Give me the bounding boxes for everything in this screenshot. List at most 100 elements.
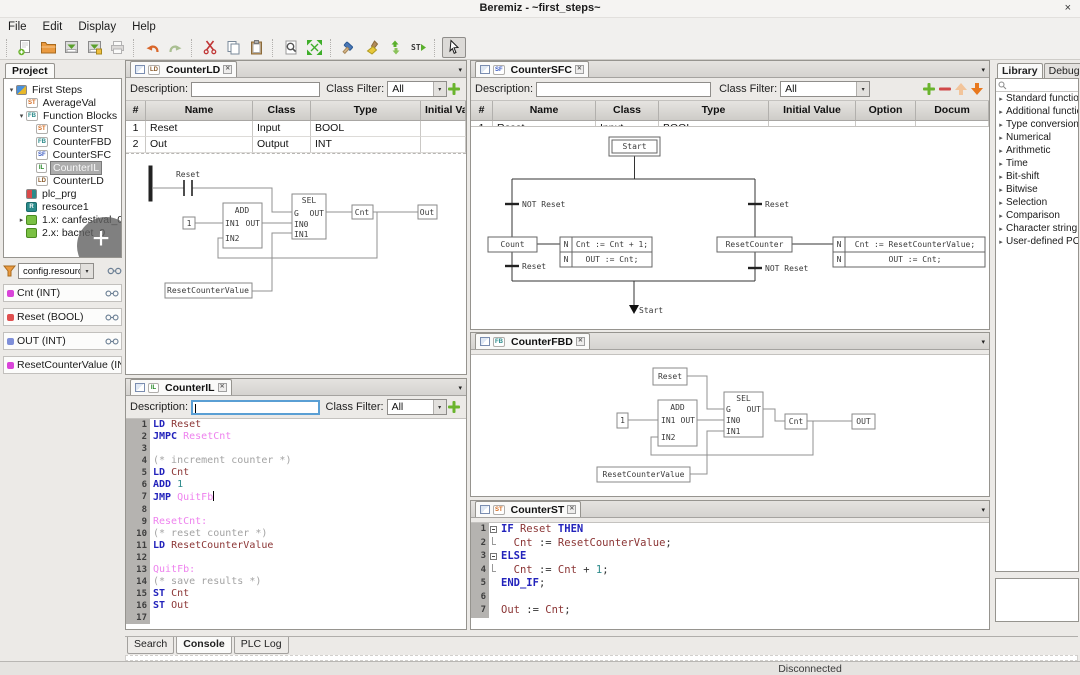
expand-arrow-icon[interactable]: ▸ bbox=[17, 216, 26, 224]
expand-arrow-icon[interactable]: ▸ bbox=[996, 199, 1006, 207]
move-down-button[interactable] bbox=[969, 81, 985, 97]
ld-variable-out[interactable]: Out bbox=[417, 204, 438, 220]
code-line[interactable]: 5 END_IF; bbox=[471, 577, 989, 591]
fold-marker-icon[interactable] bbox=[489, 550, 498, 564]
add-variable-button[interactable] bbox=[447, 81, 462, 97]
table-cell[interactable]: 1 bbox=[126, 121, 146, 137]
tab-counterld[interactable]: LD CounterLD ✕ bbox=[130, 61, 238, 77]
close-icon[interactable]: ✕ bbox=[574, 65, 584, 74]
save-as-button[interactable] bbox=[83, 37, 106, 58]
description-input[interactable] bbox=[191, 399, 320, 415]
watch-glasses-icon[interactable] bbox=[107, 267, 122, 275]
table-cell[interactable] bbox=[421, 137, 466, 153]
class-filter-select[interactable]: All ▾ bbox=[386, 399, 447, 415]
move-up-button[interactable] bbox=[953, 81, 969, 97]
code-line[interactable]: 17 bbox=[126, 612, 466, 624]
code-line[interactable]: 7 JMP QuitFb bbox=[126, 491, 466, 504]
library-item-time[interactable]: ▸ Time bbox=[996, 157, 1078, 170]
table-cell[interactable]: INT bbox=[311, 137, 421, 153]
ld-power-rail[interactable] bbox=[148, 165, 153, 202]
build-button[interactable] bbox=[338, 37, 361, 58]
remove-variable-button[interactable] bbox=[937, 81, 953, 97]
library-item-user-defined-pou[interactable]: ▸User-defined POU bbox=[996, 235, 1078, 248]
sfc-action-block-count[interactable]: N Cnt := Cnt + 1; N OUT := Cnt; bbox=[559, 236, 653, 268]
sfc-jump-start[interactable]: Start bbox=[629, 305, 663, 315]
description-input[interactable] bbox=[536, 81, 712, 97]
ld-constant-1[interactable]: 1 bbox=[182, 216, 196, 230]
panel-menu-icon[interactable]: ▾ bbox=[981, 506, 985, 514]
new-button[interactable] bbox=[14, 37, 37, 58]
table-row[interactable]: 2 Out Output INT bbox=[126, 137, 466, 153]
expand-arrow-icon[interactable]: ▸ bbox=[996, 147, 1006, 155]
tree-item-first-steps[interactable]: ▾ First Steps bbox=[4, 83, 121, 96]
tree-item-averageval[interactable]: ST AverageVal bbox=[4, 96, 121, 109]
sfc-transition-not-reset-left[interactable]: NOT Reset bbox=[505, 200, 566, 209]
code-line[interactable]: 12 bbox=[126, 552, 466, 564]
class-filter-select[interactable]: All ▾ bbox=[387, 81, 447, 97]
panel-menu-icon[interactable]: ▾ bbox=[458, 384, 462, 392]
code-line[interactable]: 14 (* save results *) bbox=[126, 576, 466, 588]
table-cell[interactable]: 2 bbox=[126, 137, 146, 153]
table-cell[interactable]: Output bbox=[253, 137, 311, 153]
tab-counteril[interactable]: IL CounterIL ✕ bbox=[130, 379, 232, 395]
sfc-step-start[interactable]: Start bbox=[608, 136, 661, 157]
window-close-icon[interactable]: × bbox=[1065, 0, 1071, 17]
description-input[interactable] bbox=[191, 81, 321, 97]
fbd-variable-reset[interactable]: Reset bbox=[652, 367, 688, 386]
watch-glasses-icon[interactable] bbox=[105, 314, 119, 321]
code-line[interactable]: 6 bbox=[471, 590, 989, 604]
chevron-down-icon[interactable]: ▾ bbox=[432, 400, 446, 414]
tree-item-plc-prg[interactable]: plc_prg bbox=[4, 187, 121, 200]
code-line[interactable]: 6 ADD 1 bbox=[126, 479, 466, 491]
close-icon[interactable]: ✕ bbox=[575, 337, 585, 346]
tab-counterst[interactable]: ST CounterST ✕ bbox=[475, 501, 582, 517]
expand-arrow-icon[interactable]: ▸ bbox=[996, 212, 1006, 220]
table-row[interactable]: 1ResetInputBOOL bbox=[126, 121, 466, 137]
tree-item-counterfbd[interactable]: FB CounterFBD bbox=[4, 135, 121, 148]
print-button[interactable] bbox=[106, 37, 129, 58]
debug-variable-resetcountervalue[interactable]: ResetCounterValue (INT) bbox=[3, 356, 122, 374]
search-button[interactable] bbox=[280, 37, 303, 58]
library-item-type-conversion[interactable]: ▸ Type conversion bbox=[996, 118, 1078, 131]
code-line[interactable]: 11 LD ResetCounterValue bbox=[126, 540, 466, 552]
code-line[interactable]: 2 JMPC ResetCnt bbox=[126, 431, 466, 443]
project-panel-tab[interactable]: Project bbox=[5, 63, 55, 79]
cut-button[interactable] bbox=[199, 37, 222, 58]
expand-arrow-icon[interactable]: ▸ bbox=[996, 134, 1006, 142]
transfer-button[interactable] bbox=[384, 37, 407, 58]
resource-selector[interactable]: config.resource ▾ bbox=[18, 263, 94, 279]
code-line[interactable]: 16 ST Out bbox=[126, 600, 466, 612]
clean-button[interactable] bbox=[361, 37, 384, 58]
menu-item-display[interactable]: Display bbox=[70, 18, 124, 36]
library-item-bitwise[interactable]: ▸ Bitwise bbox=[996, 183, 1078, 196]
chevron-down-icon[interactable]: ▾ bbox=[80, 264, 93, 278]
expand-arrow-icon[interactable]: ▸ bbox=[996, 108, 1006, 116]
tree-item-resource1[interactable]: Rresource1 bbox=[4, 200, 121, 213]
fold-marker-icon[interactable] bbox=[489, 523, 498, 537]
fold-box-icon[interactable] bbox=[490, 553, 497, 561]
counterst-code-editor[interactable]: 1 IF Reset THEN 2 Cnt := ResetCounterValue… bbox=[471, 523, 989, 628]
tab-library[interactable]: Library bbox=[997, 63, 1043, 79]
chevron-down-icon[interactable]: ▾ bbox=[856, 82, 870, 96]
library-search-box[interactable] bbox=[996, 79, 1078, 92]
fbd-variable-resetcountervalue[interactable]: ResetCounterValue bbox=[596, 466, 691, 483]
tab-console[interactable]: Console bbox=[176, 637, 232, 654]
ld-add-block[interactable]: ADD IN1 OUT IN2 bbox=[222, 202, 263, 249]
expand-arrow-icon[interactable]: ▸ bbox=[996, 225, 1006, 233]
open-button[interactable] bbox=[37, 37, 60, 58]
expand-arrow-icon[interactable]: ▸ bbox=[996, 173, 1006, 181]
library-item-comparison[interactable]: ▸ Comparison bbox=[996, 209, 1078, 222]
tab-counterfbd[interactable]: FB CounterFBD ✕ bbox=[475, 333, 590, 349]
tree-item-counterld[interactable]: LD CounterLD bbox=[4, 174, 121, 187]
code-line[interactable]: 4 Cnt := Cnt + 1; bbox=[471, 563, 989, 577]
debug-variable-reset[interactable]: Reset (BOOL) bbox=[3, 308, 122, 326]
sfc-step-count[interactable]: Count bbox=[487, 236, 538, 253]
table-cell[interactable]: Input bbox=[253, 121, 311, 137]
add-variable-button[interactable] bbox=[447, 399, 462, 415]
code-line[interactable]: 7 Out := Cnt; bbox=[471, 604, 989, 618]
fbd-sel-block[interactable]: SEL G OUT IN0 IN1 bbox=[723, 391, 764, 438]
table-cell[interactable]: BOOL bbox=[311, 121, 421, 137]
watch-glasses-icon[interactable] bbox=[105, 290, 119, 297]
library-item-character-string[interactable]: ▸ Character string bbox=[996, 222, 1078, 235]
tree-item-counteril[interactable]: IL CounterIL bbox=[4, 160, 121, 175]
